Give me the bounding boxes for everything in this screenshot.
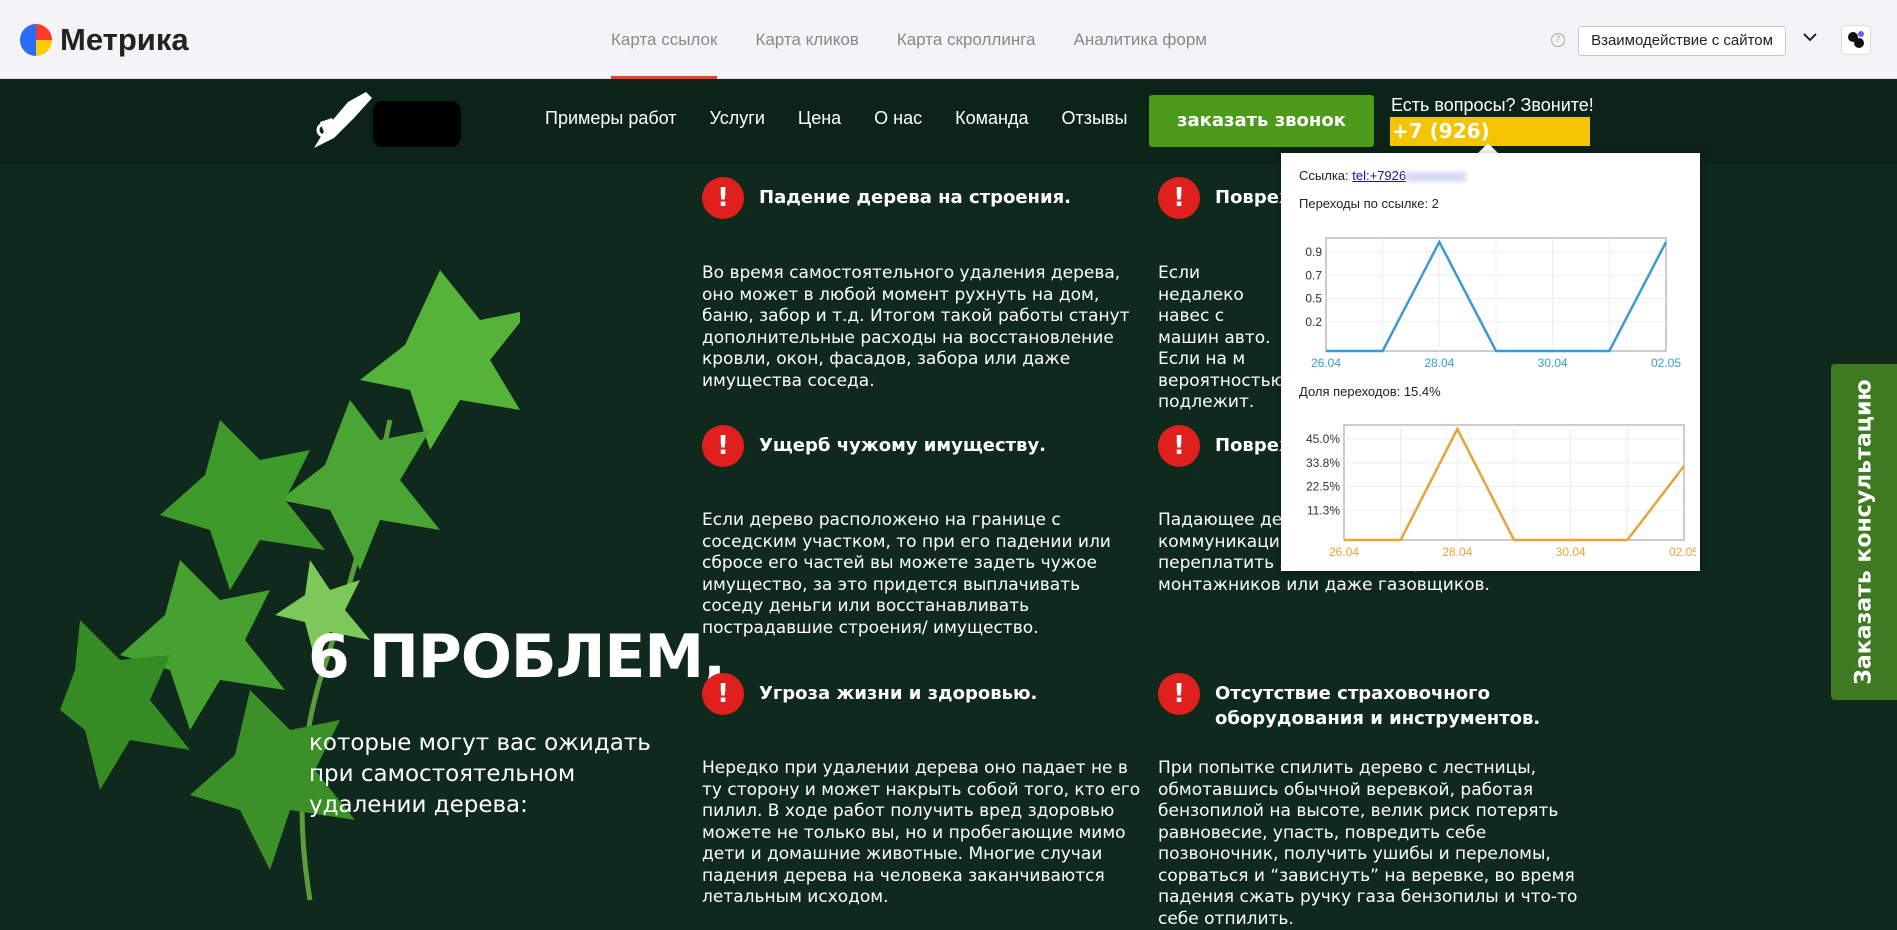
link-value[interactable]: tel:+7926 [1352,168,1406,183]
click-count: Переходы по ссылке: 2 [1299,196,1439,211]
x-tick-label: 30.04 [1538,356,1568,368]
y-tick-label: 11.3% [1307,503,1340,517]
warning-icon: ! [702,177,744,219]
warning-icon: ! [702,673,744,715]
share-chart: 45.0% 33.8% 22.5% 11.3% 26.04 28.04 30.04 02.05 [1291,415,1696,565]
y-tick-label: 0.5 [1305,292,1322,306]
y-tick-label: 0.7 [1305,268,1322,282]
problem-text: Если дерево расположено на границе с сос… [702,510,1142,639]
help-icon[interactable]: ? [1551,33,1565,47]
x-tick-label: 26.04 [1329,545,1359,559]
problem-text: Нередко при удалении дерева оно падает н… [702,758,1142,909]
tab-scroll-map[interactable]: Карта скроллинга [897,0,1036,79]
nav-item-services[interactable]: Услуги [710,108,765,129]
metrika-logo-text: Метрика [60,22,189,58]
problem-title: Отсутствие страховочного оборудования и … [1215,681,1545,731]
y-tick-label: 0.2 [1305,315,1322,329]
site-nav: Примеры работ Услуги Цена О нас Команда … [545,108,1160,129]
tab-click-map[interactable]: Карта кликов [755,0,858,79]
problem-title: Угроза жизни и здоровью. [759,681,1037,706]
side-tab-label: Заказать консультацию [1852,379,1877,685]
problem-text: При попытке спилить дерево с лестницы, о… [1158,758,1598,930]
site-interaction-button[interactable]: Взаимодействие с сайтом [1578,26,1786,56]
nav-item-team[interactable]: Команда [955,108,1028,129]
hero-subtitle: которые могут вас ожидать при самостояте… [309,728,669,821]
problem-title: Ущерб чужому имуществу. [759,433,1046,458]
y-tick-label: 33.8% [1306,456,1340,470]
tooltip-arrow [1478,143,1498,153]
nav-item-examples[interactable]: Примеры работ [545,108,677,129]
chainsaw-logo-icon[interactable] [306,88,376,154]
y-tick-label: 45.0% [1306,432,1340,446]
order-call-button[interactable]: заказать звонок [1149,95,1374,147]
phone-number: +7 (926) [1392,119,1490,143]
tab-link-map[interactable]: Карта ссылок [611,0,717,79]
clicks-chart: 0.9 0.7 0.5 0.2 26.04 28.04 30.04 02.05 [1291,228,1696,368]
warning-icon: ! [1158,177,1200,219]
warning-icon: ! [1158,673,1200,715]
tooltip-link-row: Ссылка: tel:+7926 [1299,168,1466,183]
metrika-logo[interactable]: Метрика [20,22,189,58]
link-stats-tooltip: Ссылка: tel:+7926 Переходы по ссылке: 2 … [1281,153,1700,571]
y-tick-label: 22.5% [1306,480,1340,494]
user-avatar-icon[interactable] [1841,25,1871,55]
warning-icon: ! [1158,425,1200,467]
metrika-toolbar: Метрика Карта ссылок Карта кликов Карта … [0,0,1897,79]
hero-title: 6 ПРОБЛЕМ, [308,622,725,692]
x-tick-label: 02.05 [1651,356,1681,368]
metrika-logo-icon [20,24,52,56]
phone-link[interactable]: +7 (926) [1390,117,1590,146]
x-tick-label: 30.04 [1556,545,1586,559]
nav-item-price[interactable]: Цена [798,108,841,129]
problem-title: Падение дерева на строения. [759,185,1071,210]
link-label: Ссылка: [1299,168,1349,183]
warning-icon: ! [702,425,744,467]
share-label: Доля переходов: 15.4% [1299,384,1441,399]
problem-text: Во время самостоятельного удаления дерев… [702,263,1142,392]
consultation-side-tab[interactable]: Заказать консультацию [1831,364,1897,700]
nav-item-reviews[interactable]: Отзывы [1061,108,1127,129]
nav-item-about[interactable]: О нас [874,108,922,129]
problem-text: Если недалеко навес с машин авто. Если н… [1158,263,1283,414]
tab-form-analytics[interactable]: Аналитика форм [1074,0,1207,79]
x-tick-label: 28.04 [1424,356,1454,368]
questions-text: Есть вопросы? Звоните! [1391,95,1594,116]
x-tick-label: 26.04 [1311,356,1341,368]
y-tick-label: 0.9 [1305,245,1322,259]
x-tick-label: 02.05 [1669,545,1696,559]
redacted-logo [373,101,461,147]
chevron-down-icon[interactable] [1803,30,1817,44]
metrika-tabs: Карта ссылок Карта кликов Карта скроллин… [611,0,1245,79]
x-tick-label: 28.04 [1442,545,1472,559]
